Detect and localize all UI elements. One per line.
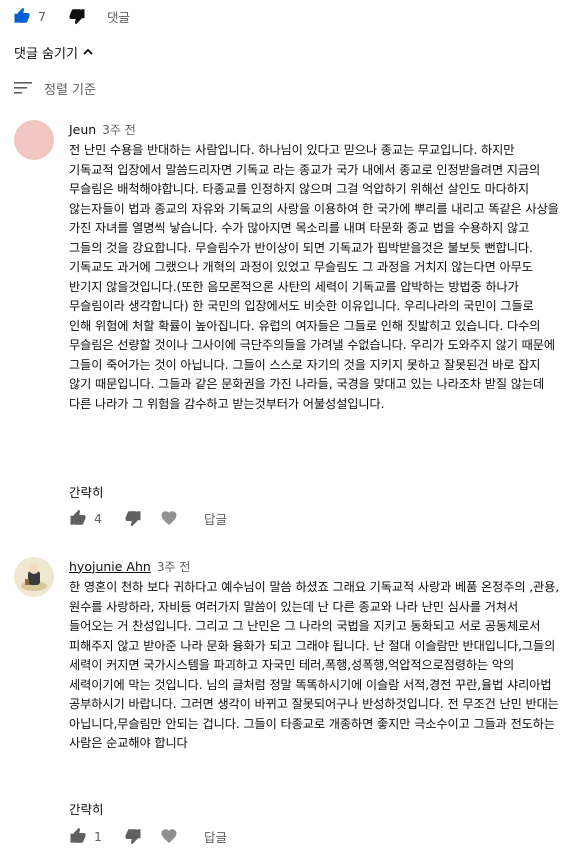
hide-replies-toggle[interactable]: 댓글 숨기기 [14, 42, 94, 62]
reply-button[interactable]: 답글 [204, 509, 227, 528]
author-name[interactable]: Jeun [69, 122, 96, 137]
reply-button[interactable]: 댓글 [107, 7, 130, 26]
comment-header: hyojunie Ahn 3주 전 [69, 557, 190, 575]
chevron-up-icon [82, 46, 94, 58]
timestamp[interactable]: 3주 전 [157, 558, 191, 575]
comment-header: Jeun 3주 전 [69, 120, 136, 138]
dislike-icon[interactable] [68, 7, 86, 25]
collapse-button[interactable]: 간략히 [69, 482, 104, 501]
comment-body: 한 영혼이 천하 보다 귀하다고 예수님이 말씀 하셨죠 그래요 기독교적 사랑… [69, 580, 559, 750]
avatar[interactable] [14, 120, 54, 160]
sort-label: 정렬 기준 [44, 82, 96, 98]
avatar-illustration [21, 564, 47, 591]
avatar[interactable] [14, 557, 54, 597]
like-count: 1 [94, 828, 102, 844]
dislike-icon[interactable] [124, 509, 142, 527]
top-action-row: 7 댓글 [13, 4, 130, 28]
author-name[interactable]: hyojunie Ahn [69, 559, 151, 574]
like-icon[interactable] [69, 509, 87, 527]
sort-icon [14, 81, 34, 95]
heart-icon[interactable] [160, 509, 178, 527]
like-count: 4 [94, 510, 102, 526]
reply-button[interactable]: 답글 [204, 827, 227, 846]
like-icon[interactable] [69, 827, 87, 845]
timestamp[interactable]: 3주 전 [102, 121, 136, 138]
collapse-button[interactable]: 간략히 [69, 799, 104, 818]
comment-body: 전 난민 수용을 반대하는 사람입니다. 하나님이 있다고 믿으나 종교는 무교… [69, 143, 559, 411]
dislike-icon[interactable] [124, 827, 142, 845]
sort-button[interactable]: 정렬 기준 [14, 78, 96, 98]
heart-icon[interactable] [160, 827, 178, 845]
like-count: 7 [38, 8, 46, 24]
like-icon[interactable] [13, 7, 31, 25]
hide-replies-label: 댓글 숨기기 [14, 46, 78, 62]
comment-action-row: 1 답글 [69, 824, 227, 848]
comment-action-row: 4 답글 [69, 506, 227, 530]
